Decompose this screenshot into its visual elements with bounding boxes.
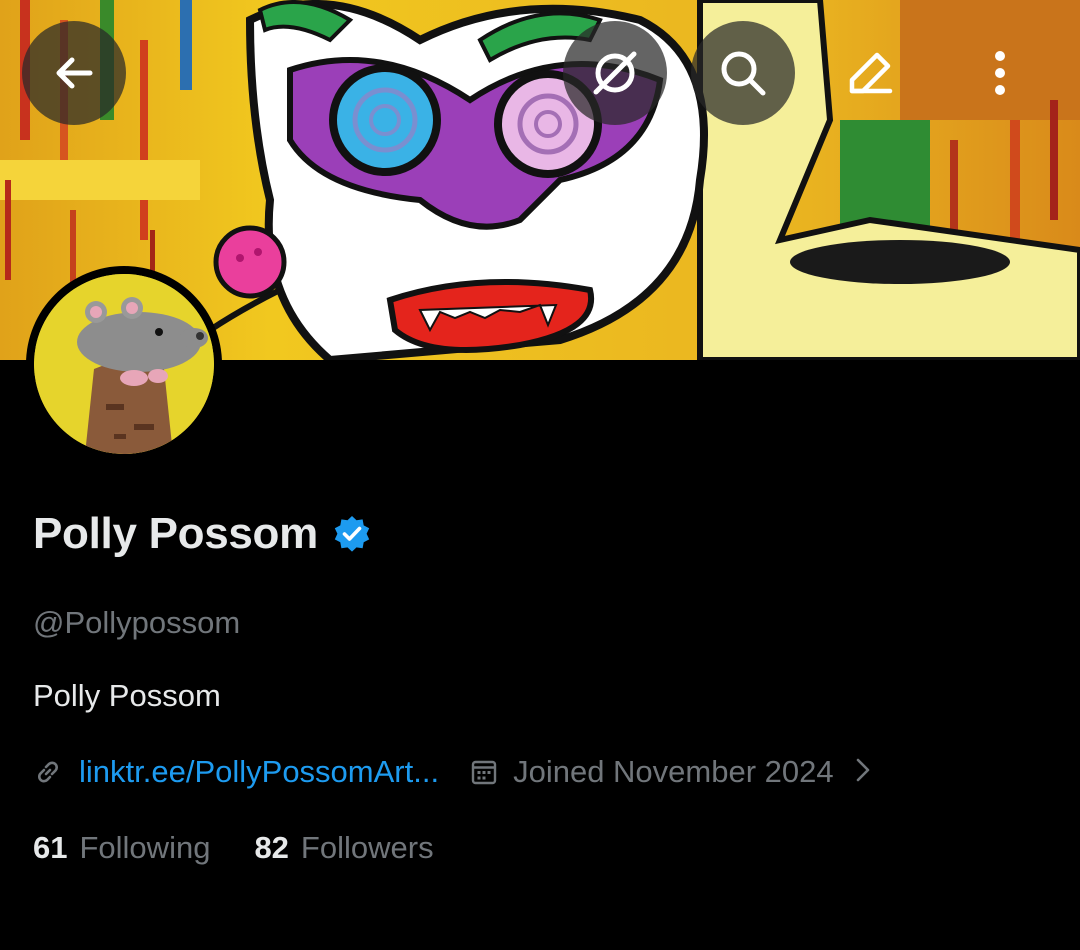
joined-date[interactable]: Joined November 2024 — [513, 752, 834, 792]
profile-meta-row: linktr.ee/PollyPossomArt... Joined Novem… — [33, 752, 872, 792]
calendar-icon — [469, 757, 499, 787]
avatar-image — [34, 274, 214, 454]
followers-stat[interactable]: 82 Followers — [254, 830, 433, 866]
back-arrow-icon — [56, 57, 93, 89]
possum-avatar-art — [34, 274, 214, 454]
verified-badge-icon[interactable] — [332, 514, 372, 554]
grok-icon — [593, 51, 637, 95]
avatar[interactable] — [26, 266, 222, 462]
link-icon — [33, 757, 63, 787]
followers-label: Followers — [300, 830, 434, 865]
back-button[interactable] — [22, 21, 126, 125]
profile-website-link[interactable]: linktr.ee/PollyPossomArt... — [79, 752, 439, 792]
username-handle: @Pollypossom — [33, 605, 241, 640]
search-icon — [721, 51, 766, 96]
display-name: Polly Possom — [33, 509, 318, 558]
chevron-right-icon[interactable] — [854, 756, 872, 789]
grok-button[interactable] — [563, 21, 667, 125]
following-count: 61 — [33, 830, 68, 865]
name-row: Polly Possom — [33, 508, 372, 560]
following-stat[interactable]: 61 Following — [33, 830, 210, 866]
edit-profile-button[interactable] — [818, 21, 922, 125]
edit-icon — [849, 52, 893, 94]
more-options-button[interactable] — [948, 21, 1052, 125]
profile-bio: Polly Possom — [33, 678, 221, 713]
more-vertical-icon — [995, 51, 1005, 95]
followers-count: 82 — [254, 830, 289, 865]
follow-stats: 61 Following 82 Followers — [33, 827, 434, 869]
search-button[interactable] — [691, 21, 795, 125]
following-label: Following — [79, 830, 211, 865]
